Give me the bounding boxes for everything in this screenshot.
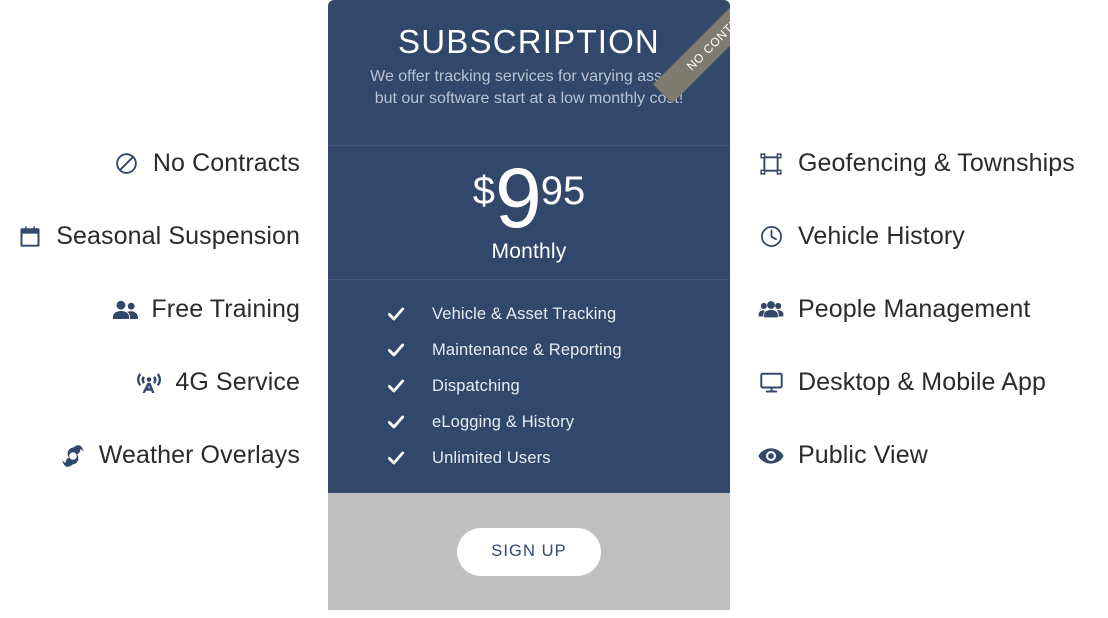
list-item: Vehicle & Asset Tracking: [328, 296, 730, 332]
ban-icon: [114, 151, 140, 177]
list-item: eLogging & History: [328, 404, 730, 440]
check-icon: [386, 340, 406, 360]
card-footer: SIGN UP: [328, 493, 730, 610]
price-currency: $: [472, 168, 496, 213]
price-block: $ 9 95 Monthly: [328, 146, 730, 280]
feature-label: Public View: [798, 441, 928, 469]
feature-label: Free Training: [151, 295, 300, 323]
eye-icon: [758, 443, 784, 469]
list-item: Dispatching: [328, 368, 730, 404]
feature-4g-service: 4G Service: [136, 346, 300, 419]
feature-label: Weather Overlays: [98, 441, 300, 469]
vector-square-icon: [758, 151, 784, 177]
card-subtitle: We offer tracking services for varying a…: [370, 68, 688, 108]
desktop-icon: [758, 370, 784, 396]
feature-seasonal-suspension: Seasonal Suspension: [17, 200, 300, 273]
left-feature-list: No Contracts Seasonal Suspension Free Tr…: [0, 0, 328, 618]
feature-public-view: Public View: [758, 419, 928, 492]
feature-label: Geofencing & Townships: [798, 149, 1075, 177]
feature-label: No Contracts: [152, 149, 300, 177]
check-icon: [386, 412, 406, 432]
price-cents: 95: [540, 168, 586, 213]
list-item: Maintenance & Reporting: [328, 332, 730, 368]
card-title: SUBSCRIPTION: [398, 23, 660, 60]
price-period: Monthly: [491, 239, 567, 263]
clock-icon: [758, 224, 784, 250]
hurricane-icon: [60, 443, 86, 469]
feature-vehicle-history: Vehicle History: [758, 200, 965, 273]
feature-label: Vehicle History: [798, 222, 965, 250]
check-icon: [386, 304, 406, 324]
included-label: eLogging & History: [432, 412, 575, 431]
included-features-list: Vehicle & Asset Tracking Maintenance & R…: [328, 280, 730, 494]
calendar-times-icon: [17, 224, 43, 250]
user-friends-icon: [112, 297, 139, 323]
sign-up-button[interactable]: SIGN UP: [457, 527, 601, 576]
pricing-page: No Contracts Seasonal Suspension Free Tr…: [0, 0, 1108, 618]
card-header: SUBSCRIPTION We offer tracking services …: [328, 0, 730, 146]
feature-desktop-mobile-app: Desktop & Mobile App: [758, 346, 1046, 419]
feature-label: Seasonal Suspension: [56, 222, 300, 250]
included-label: Vehicle & Asset Tracking: [432, 304, 617, 323]
price-amount: 9: [495, 150, 542, 245]
broadcast-tower-icon: [136, 370, 162, 396]
check-icon: [386, 448, 406, 468]
feature-free-training: Free Training: [112, 273, 300, 346]
users-icon: [758, 297, 784, 323]
price-line: $ 9 95: [472, 150, 586, 245]
feature-label: Desktop & Mobile App: [798, 368, 1046, 396]
feature-people-management: People Management: [758, 273, 1030, 346]
right-feature-list: Geofencing & Townships Vehicle History P…: [730, 0, 1108, 618]
subscription-card: SUBSCRIPTION We offer tracking services …: [328, 0, 730, 610]
feature-weather-overlays: Weather Overlays: [60, 419, 300, 492]
included-label: Maintenance & Reporting: [432, 340, 622, 359]
feature-no-contracts: No Contracts: [114, 127, 300, 200]
list-item: Unlimited Users: [328, 440, 730, 476]
included-label: Unlimited Users: [432, 448, 551, 467]
feature-geofencing-townships: Geofencing & Townships: [758, 127, 1075, 200]
feature-label: People Management: [798, 295, 1031, 323]
check-icon: [386, 376, 406, 396]
feature-label: 4G Service: [175, 368, 300, 396]
included-label: Dispatching: [432, 376, 520, 395]
